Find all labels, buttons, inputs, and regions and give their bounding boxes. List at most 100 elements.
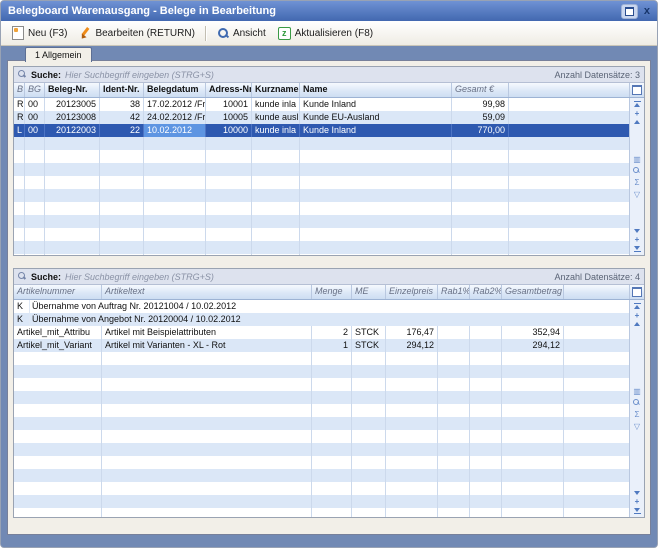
- positionen-header-row: Artikelnummer Artikeltext Menge ME Einze…: [14, 285, 644, 300]
- empty-row: [14, 254, 629, 255]
- scroll-up-button[interactable]: [634, 120, 640, 124]
- column-header[interactable]: Name: [300, 83, 452, 97]
- table-row[interactable]: Artikel_mit_Attribu Artikel mit Beispiel…: [14, 326, 629, 339]
- column-chooser-button[interactable]: [629, 83, 644, 97]
- column-header[interactable]: ME: [352, 285, 386, 299]
- column-header[interactable]: Gesamt €: [452, 83, 509, 97]
- sum-icon[interactable]: Σ: [635, 410, 640, 419]
- empty-row: [14, 215, 629, 228]
- cell: kunde inla: [252, 98, 300, 111]
- columns-icon[interactable]: ▥: [633, 155, 641, 164]
- cell: 20122003: [45, 124, 100, 137]
- search-icon[interactable]: [633, 167, 641, 175]
- cell: Artikel mit Beispielattributen: [102, 326, 312, 339]
- positionen-record-count: Anzahl Datensätze: 4: [554, 272, 640, 282]
- scroll-pan-icon[interactable]: +: [635, 312, 640, 319]
- cell: 1: [312, 339, 352, 352]
- scroll-pan-icon[interactable]: +: [635, 498, 640, 505]
- position-type-cell: K: [14, 300, 30, 313]
- edit-button[interactable]: Bearbeiten (RETURN): [73, 25, 200, 41]
- sum-icon[interactable]: Σ: [635, 178, 640, 187]
- cell: [438, 326, 470, 339]
- comment-text: Übernahme von Angebot Nr. 20120004 / 10.…: [30, 313, 629, 326]
- filter-icon[interactable]: ▽: [634, 190, 640, 199]
- empty-row: [14, 228, 629, 241]
- table-row[interactable]: R 00 20123005 38 17.02.2012 /Fr 10001 ku…: [14, 98, 629, 111]
- view-magnifier-icon: [217, 27, 229, 39]
- empty-row: [14, 469, 629, 482]
- cell: Artikel_mit_Variant: [14, 339, 102, 352]
- comment-text: Übernahme von Auftrag Nr. 20121004 / 10.…: [30, 300, 629, 313]
- empty-row: [14, 202, 629, 215]
- cell: STCK: [352, 326, 386, 339]
- editing-date-cell[interactable]: 10.02.2012: [144, 124, 206, 137]
- scroll-pan-icon[interactable]: +: [635, 236, 640, 243]
- column-header[interactable]: Menge: [312, 285, 352, 299]
- scroll-up-button[interactable]: [634, 322, 640, 326]
- column-header[interactable]: Rab2%: [470, 285, 502, 299]
- comment-row[interactable]: K Übernahme von Angebot Nr. 20120004 / 1…: [14, 313, 629, 326]
- comment-row[interactable]: K Übernahme von Auftrag Nr. 20121004 / 1…: [14, 300, 629, 313]
- column-header[interactable]: Rab1%: [438, 285, 470, 299]
- cell: 294,12: [502, 339, 564, 352]
- restore-icon: [625, 7, 634, 16]
- columns-icon[interactable]: ▥: [633, 387, 641, 396]
- screenshot: Belegboard Warenausgang - Belege in Bear…: [0, 0, 658, 548]
- close-button[interactable]: x: [644, 5, 650, 18]
- filter-icon[interactable]: ▽: [634, 422, 640, 431]
- edit-pencil-icon: [79, 27, 91, 39]
- row-filler: [509, 98, 629, 111]
- beleg-rows: R 00 20123005 38 17.02.2012 /Fr 10001 ku…: [14, 98, 629, 255]
- column-header[interactable]: Adress-Nr.: [206, 83, 252, 97]
- column-header[interactable]: Ident-Nr.: [100, 83, 144, 97]
- header-filler: [509, 83, 629, 97]
- scroll-to-top-button[interactable]: [634, 303, 641, 309]
- scroll-down-button[interactable]: [634, 229, 640, 233]
- new-button[interactable]: Neu (F3): [6, 24, 73, 42]
- view-button[interactable]: Ansicht: [211, 25, 272, 41]
- column-header[interactable]: Kurzname: [252, 83, 300, 97]
- table-row[interactable]: Artikel_mit_Variant Artikel mit Variante…: [14, 339, 629, 352]
- cell: 770,00: [452, 124, 509, 137]
- search-icon: [18, 272, 27, 281]
- cell: L: [14, 124, 25, 137]
- table-row[interactable]: R 00 20123008 42 24.02.2012 /Fr 10005 ku…: [14, 111, 629, 124]
- column-chooser-button[interactable]: [629, 285, 644, 299]
- beleg-record-count: Anzahl Datensätze: 3: [554, 70, 640, 80]
- column-header[interactable]: Artikeltext: [102, 285, 312, 299]
- empty-row: [14, 417, 629, 430]
- cell: 00: [25, 111, 45, 124]
- new-button-label: Neu (F3): [28, 28, 67, 39]
- beleg-grid: Suche: Anzahl Datensätze: 3 B BG Beleg-N…: [13, 66, 645, 256]
- beleg-search-input[interactable]: [65, 70, 550, 80]
- column-header[interactable]: BG: [25, 83, 45, 97]
- column-header[interactable]: Gesamtbetrag: [502, 285, 564, 299]
- refresh-button[interactable]: z Aktualisieren (F8): [272, 25, 379, 42]
- column-header[interactable]: Einzelpreis: [386, 285, 438, 299]
- beleg-header-row: B BG Beleg-Nr. Ident-Nr. Belegdatum Adre…: [14, 83, 644, 98]
- cell: 22: [100, 124, 144, 137]
- scroll-to-bottom-button[interactable]: [634, 508, 641, 514]
- search-icon[interactable]: [633, 399, 641, 407]
- positionen-scroll-strip: + ▥ Σ ▽ +: [629, 300, 644, 517]
- scroll-to-bottom-button[interactable]: [634, 246, 641, 252]
- new-document-icon: [12, 26, 24, 40]
- cell: 176,47: [386, 326, 438, 339]
- scroll-pan-icon[interactable]: +: [635, 110, 640, 117]
- row-filler: [509, 124, 629, 137]
- refresh-button-label: Aktualisieren (F8): [295, 28, 373, 39]
- column-header[interactable]: Belegdatum: [144, 83, 206, 97]
- column-header[interactable]: B: [14, 83, 25, 97]
- restore-button[interactable]: [621, 4, 638, 19]
- table-row-selected[interactable]: L 00 20122003 22 10.02.2012 10000 kunde …: [14, 124, 629, 137]
- window-content: 1 Allgemein Suche: Anzahl Datensätze: 3 …: [1, 46, 657, 547]
- header-filler: [564, 285, 629, 299]
- column-header[interactable]: Artikelnummer: [14, 285, 102, 299]
- column-header[interactable]: Beleg-Nr.: [45, 83, 100, 97]
- positionen-search-input[interactable]: [65, 272, 550, 282]
- empty-row: [14, 443, 629, 456]
- tab-allgemein[interactable]: 1 Allgemein: [25, 47, 92, 62]
- scroll-to-top-button[interactable]: [634, 101, 641, 107]
- column-chooser-icon: [632, 85, 642, 95]
- scroll-down-button[interactable]: [634, 491, 640, 495]
